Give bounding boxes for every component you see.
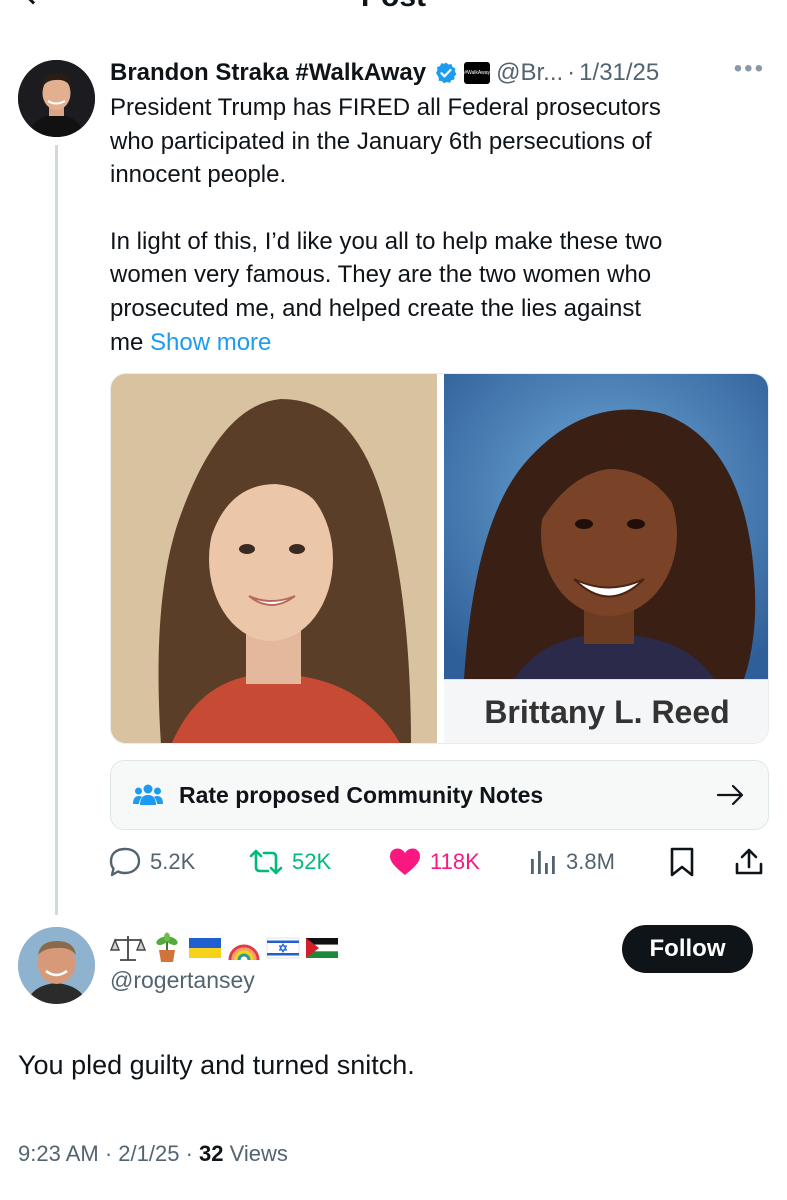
top-bar: Post xyxy=(0,0,787,14)
post-paragraph-1: President Trump has FIRED all Federal pr… xyxy=(110,94,661,189)
balance-scale-icon xyxy=(110,936,146,961)
photo-caption: Brittany L. Reed xyxy=(444,679,768,743)
views-button[interactable]: 3.8M xyxy=(528,842,615,882)
reply-button[interactable]: 5.2K xyxy=(108,842,195,882)
post-paragraph-2: In light of this, I’d like you all to he… xyxy=(110,225,775,359)
israel-flag-icon xyxy=(266,937,300,959)
author-name[interactable]: Brandon Straka #WalkAway xyxy=(110,59,426,87)
share-button[interactable] xyxy=(733,842,765,882)
post-date[interactable]: 1/31/25 xyxy=(579,59,659,87)
post-actions: 5.2K 52K 118K 3.8M xyxy=(108,842,773,882)
post-text: President Trump has FIRED all Federal pr… xyxy=(110,91,775,359)
author-handle[interactable]: @Br... xyxy=(496,59,563,87)
header-separator: · xyxy=(567,59,576,86)
show-more-link[interactable]: Show more xyxy=(150,329,271,356)
like-count: 118K xyxy=(430,849,480,874)
ukraine-flag-icon xyxy=(189,938,221,958)
reply-count: 5.2K xyxy=(150,849,196,874)
views-count: 3.8M xyxy=(566,849,615,874)
repost-count: 52K xyxy=(292,849,332,874)
rainbow-icon xyxy=(228,944,260,961)
reply-author-avatar[interactable] xyxy=(18,927,95,1004)
repost-button[interactable]: 52K xyxy=(248,842,331,882)
author-avatar[interactable] xyxy=(18,60,95,137)
meta-separator: · xyxy=(98,1141,119,1166)
heart-icon xyxy=(390,848,420,875)
reply-display-name[interactable] xyxy=(110,930,339,966)
affiliate-badge-icon: #WalkAway xyxy=(464,62,491,84)
community-notes-bar[interactable]: Rate proposed Community Notes xyxy=(110,760,769,830)
thread-connector-line xyxy=(55,145,58,915)
views-chart-icon xyxy=(531,851,555,874)
potted-plant-icon xyxy=(156,932,178,962)
prosecutor-photo-left[interactable] xyxy=(111,374,437,743)
post-header: Brandon Straka #WalkAway #WalkAway @Br..… xyxy=(110,55,775,91)
reply-meta: 9:23 AM · 2/1/25 · 32 Views xyxy=(18,1141,288,1167)
post-media[interactable]: Brittany L. Reed xyxy=(110,373,769,744)
reply-views-count: 32 xyxy=(199,1141,224,1166)
meta-separator-2: · xyxy=(179,1141,200,1166)
reply-date[interactable]: 2/1/25 xyxy=(118,1141,179,1166)
community-people-icon xyxy=(133,784,163,805)
verified-badge-icon xyxy=(436,62,457,84)
reply-views-label: Views xyxy=(223,1141,288,1166)
page-title: Post xyxy=(0,0,787,14)
reply-author-handle[interactable]: @rogertansey xyxy=(110,967,255,994)
bookmark-icon xyxy=(670,847,694,877)
share-icon xyxy=(735,848,763,875)
repost-icon xyxy=(249,849,283,875)
reply-icon xyxy=(109,847,141,877)
reply-text: You pled guilty and turned snitch. xyxy=(18,1050,415,1080)
more-options-icon[interactable]: ••• xyxy=(734,55,765,83)
main-post[interactable]: Brandon Straka #WalkAway #WalkAway @Br..… xyxy=(110,55,775,359)
like-button[interactable]: 118K xyxy=(388,842,480,882)
palestine-flag-icon xyxy=(306,938,338,958)
community-notes-label: Rate proposed Community Notes xyxy=(179,781,544,808)
reply-time[interactable]: 9:23 AM xyxy=(18,1141,99,1166)
follow-button[interactable]: Follow xyxy=(622,925,753,973)
bookmark-button[interactable] xyxy=(668,842,696,882)
arrow-right-icon[interactable] xyxy=(716,783,746,807)
